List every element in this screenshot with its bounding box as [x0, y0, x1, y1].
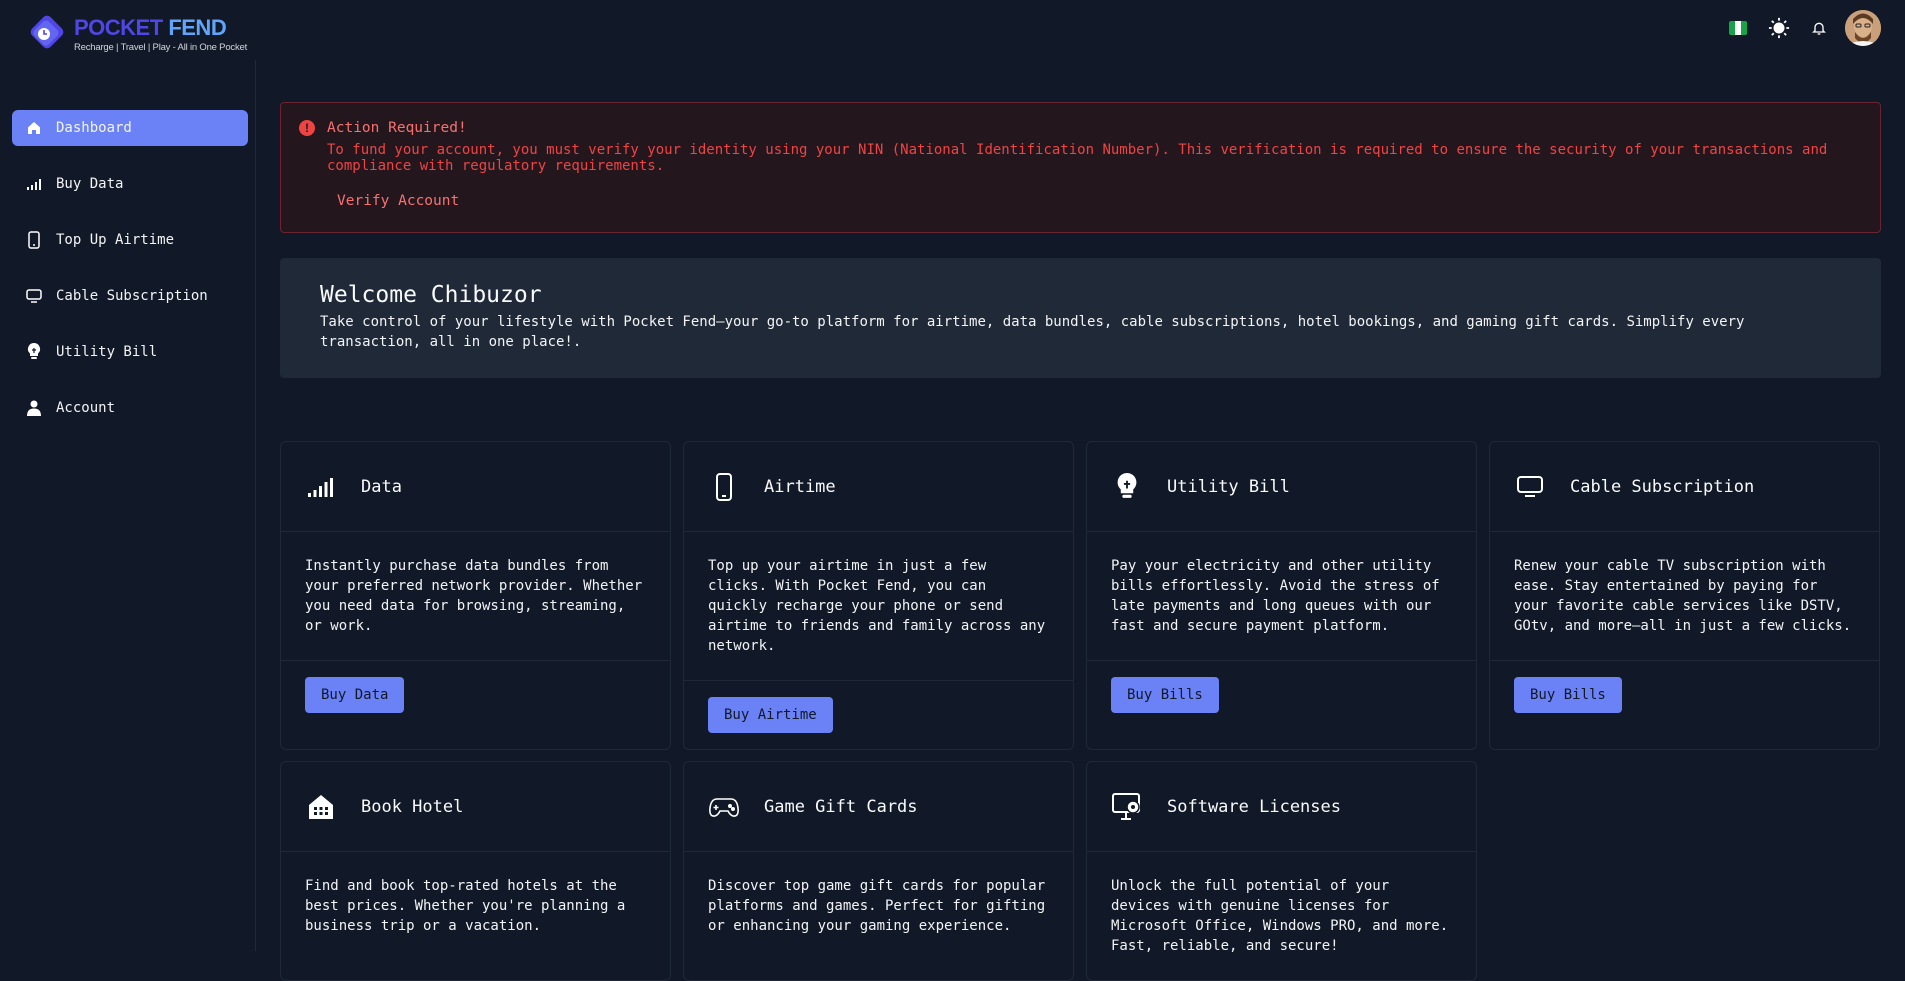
sidebar-item-label: Cable Subscription — [56, 288, 208, 304]
sidebar-item-label: Dashboard — [56, 120, 132, 136]
service-card-game-gift-cards: Game Gift Cards Discover top game gift c… — [683, 761, 1074, 981]
service-card-data: Data Instantly purchase data bundles fro… — [280, 441, 671, 750]
home-icon — [12, 120, 56, 136]
nigeria-flag-icon[interactable] — [1729, 21, 1747, 35]
welcome-title: Welcome Chibuzor — [320, 282, 542, 308]
sidebar-item-cable-subscription[interactable]: Cable Subscription — [12, 278, 248, 314]
card-title: Game Gift Cards — [764, 796, 918, 817]
service-card-book-hotel: Book Hotel Find and book top-rated hotel… — [280, 761, 671, 981]
sidebar-item-label: Account — [56, 400, 116, 416]
brand-logo[interactable]: POCKET FEND Recharge | Travel | Play - A… — [26, 14, 247, 54]
buy-bills-button[interactable]: Buy Bills — [1111, 677, 1219, 713]
verification-alert: ! Action Required! To fund your account,… — [280, 102, 1881, 233]
card-title: Software Licenses — [1167, 796, 1341, 817]
welcome-text: Take control of your lifestyle with Pock… — [320, 314, 1745, 350]
gamepad-icon — [708, 796, 740, 818]
service-card-utility-bill: Utility Bill Pay your electricity and ot… — [1086, 441, 1477, 750]
sidebar-item-utility-bill[interactable]: Utility Bill — [12, 334, 248, 370]
brand-tagline: Recharge | Travel | Play - All in One Po… — [74, 41, 248, 53]
buy-data-button[interactable]: Buy Data — [305, 677, 405, 713]
sun-icon[interactable] — [1759, 8, 1799, 48]
tv-icon — [1514, 475, 1546, 498]
alert-title: Action Required! — [327, 120, 467, 136]
verify-account-link[interactable]: Verify Account — [337, 193, 459, 209]
sidebar-item-buy-data[interactable]: Buy Data — [12, 166, 248, 202]
sidebar: Dashboard Buy Data Top Up Airtime Cable … — [0, 60, 256, 951]
card-title: Cable Subscription — [1570, 476, 1755, 497]
card-description: Discover top game gift cards for popular… — [708, 878, 1046, 934]
card-description: Instantly purchase data bundles from you… — [305, 558, 643, 634]
card-title: Utility Bill — [1167, 476, 1290, 497]
bell-icon[interactable] — [1799, 8, 1839, 48]
card-description: Unlock the full potential of your device… — [1111, 878, 1449, 954]
lightbulb-icon — [12, 343, 56, 361]
tv-icon — [12, 289, 56, 303]
phone-icon — [708, 472, 740, 501]
signal-icon — [305, 477, 337, 497]
sidebar-item-label: Utility Bill — [56, 344, 158, 360]
sidebar-item-dashboard[interactable]: Dashboard — [12, 110, 248, 146]
service-card-cable-subscription: Cable Subscription Renew your cable TV s… — [1489, 441, 1880, 750]
alert-message: To fund your account, you must verify yo… — [327, 142, 1828, 174]
signal-icon — [12, 178, 56, 190]
software-icon — [1111, 792, 1143, 821]
sidebar-item-label: Buy Data — [56, 176, 124, 192]
user-avatar[interactable] — [1845, 10, 1881, 46]
buy-airtime-button[interactable]: Buy Airtime — [708, 697, 833, 733]
phone-icon — [12, 231, 56, 249]
top-bar: POCKET FEND Recharge | Travel | Play - A… — [0, 0, 1905, 60]
sidebar-item-top-up-airtime[interactable]: Top Up Airtime — [12, 222, 248, 258]
card-description: Renew your cable TV subscription with ea… — [1514, 558, 1852, 634]
sidebar-item-account[interactable]: Account — [12, 390, 248, 426]
user-icon — [12, 400, 56, 416]
buy-bills-button[interactable]: Buy Bills — [1514, 677, 1622, 713]
logo-mark-icon — [26, 14, 70, 54]
sidebar-item-label: Top Up Airtime — [56, 232, 175, 248]
service-card-software-licenses: Software Licenses Unlock the full potent… — [1086, 761, 1477, 981]
alert-icon: ! — [299, 120, 315, 136]
card-description: Top up your airtime in just a few clicks… — [708, 558, 1046, 654]
card-description: Find and book top-rated hotels at the be… — [305, 878, 626, 934]
welcome-banner: Welcome Chibuzor Take control of your li… — [280, 258, 1881, 378]
lightbulb-icon — [1111, 472, 1143, 501]
card-title: Airtime — [764, 476, 836, 497]
card-description: Pay your electricity and other utility b… — [1111, 558, 1440, 634]
brand-name: POCKET FEND — [74, 14, 227, 40]
service-card-airtime: Airtime Top up your airtime in just a fe… — [683, 441, 1074, 750]
card-title: Book Hotel — [361, 796, 464, 817]
hotel-icon — [305, 793, 337, 821]
card-title: Data — [361, 476, 402, 497]
